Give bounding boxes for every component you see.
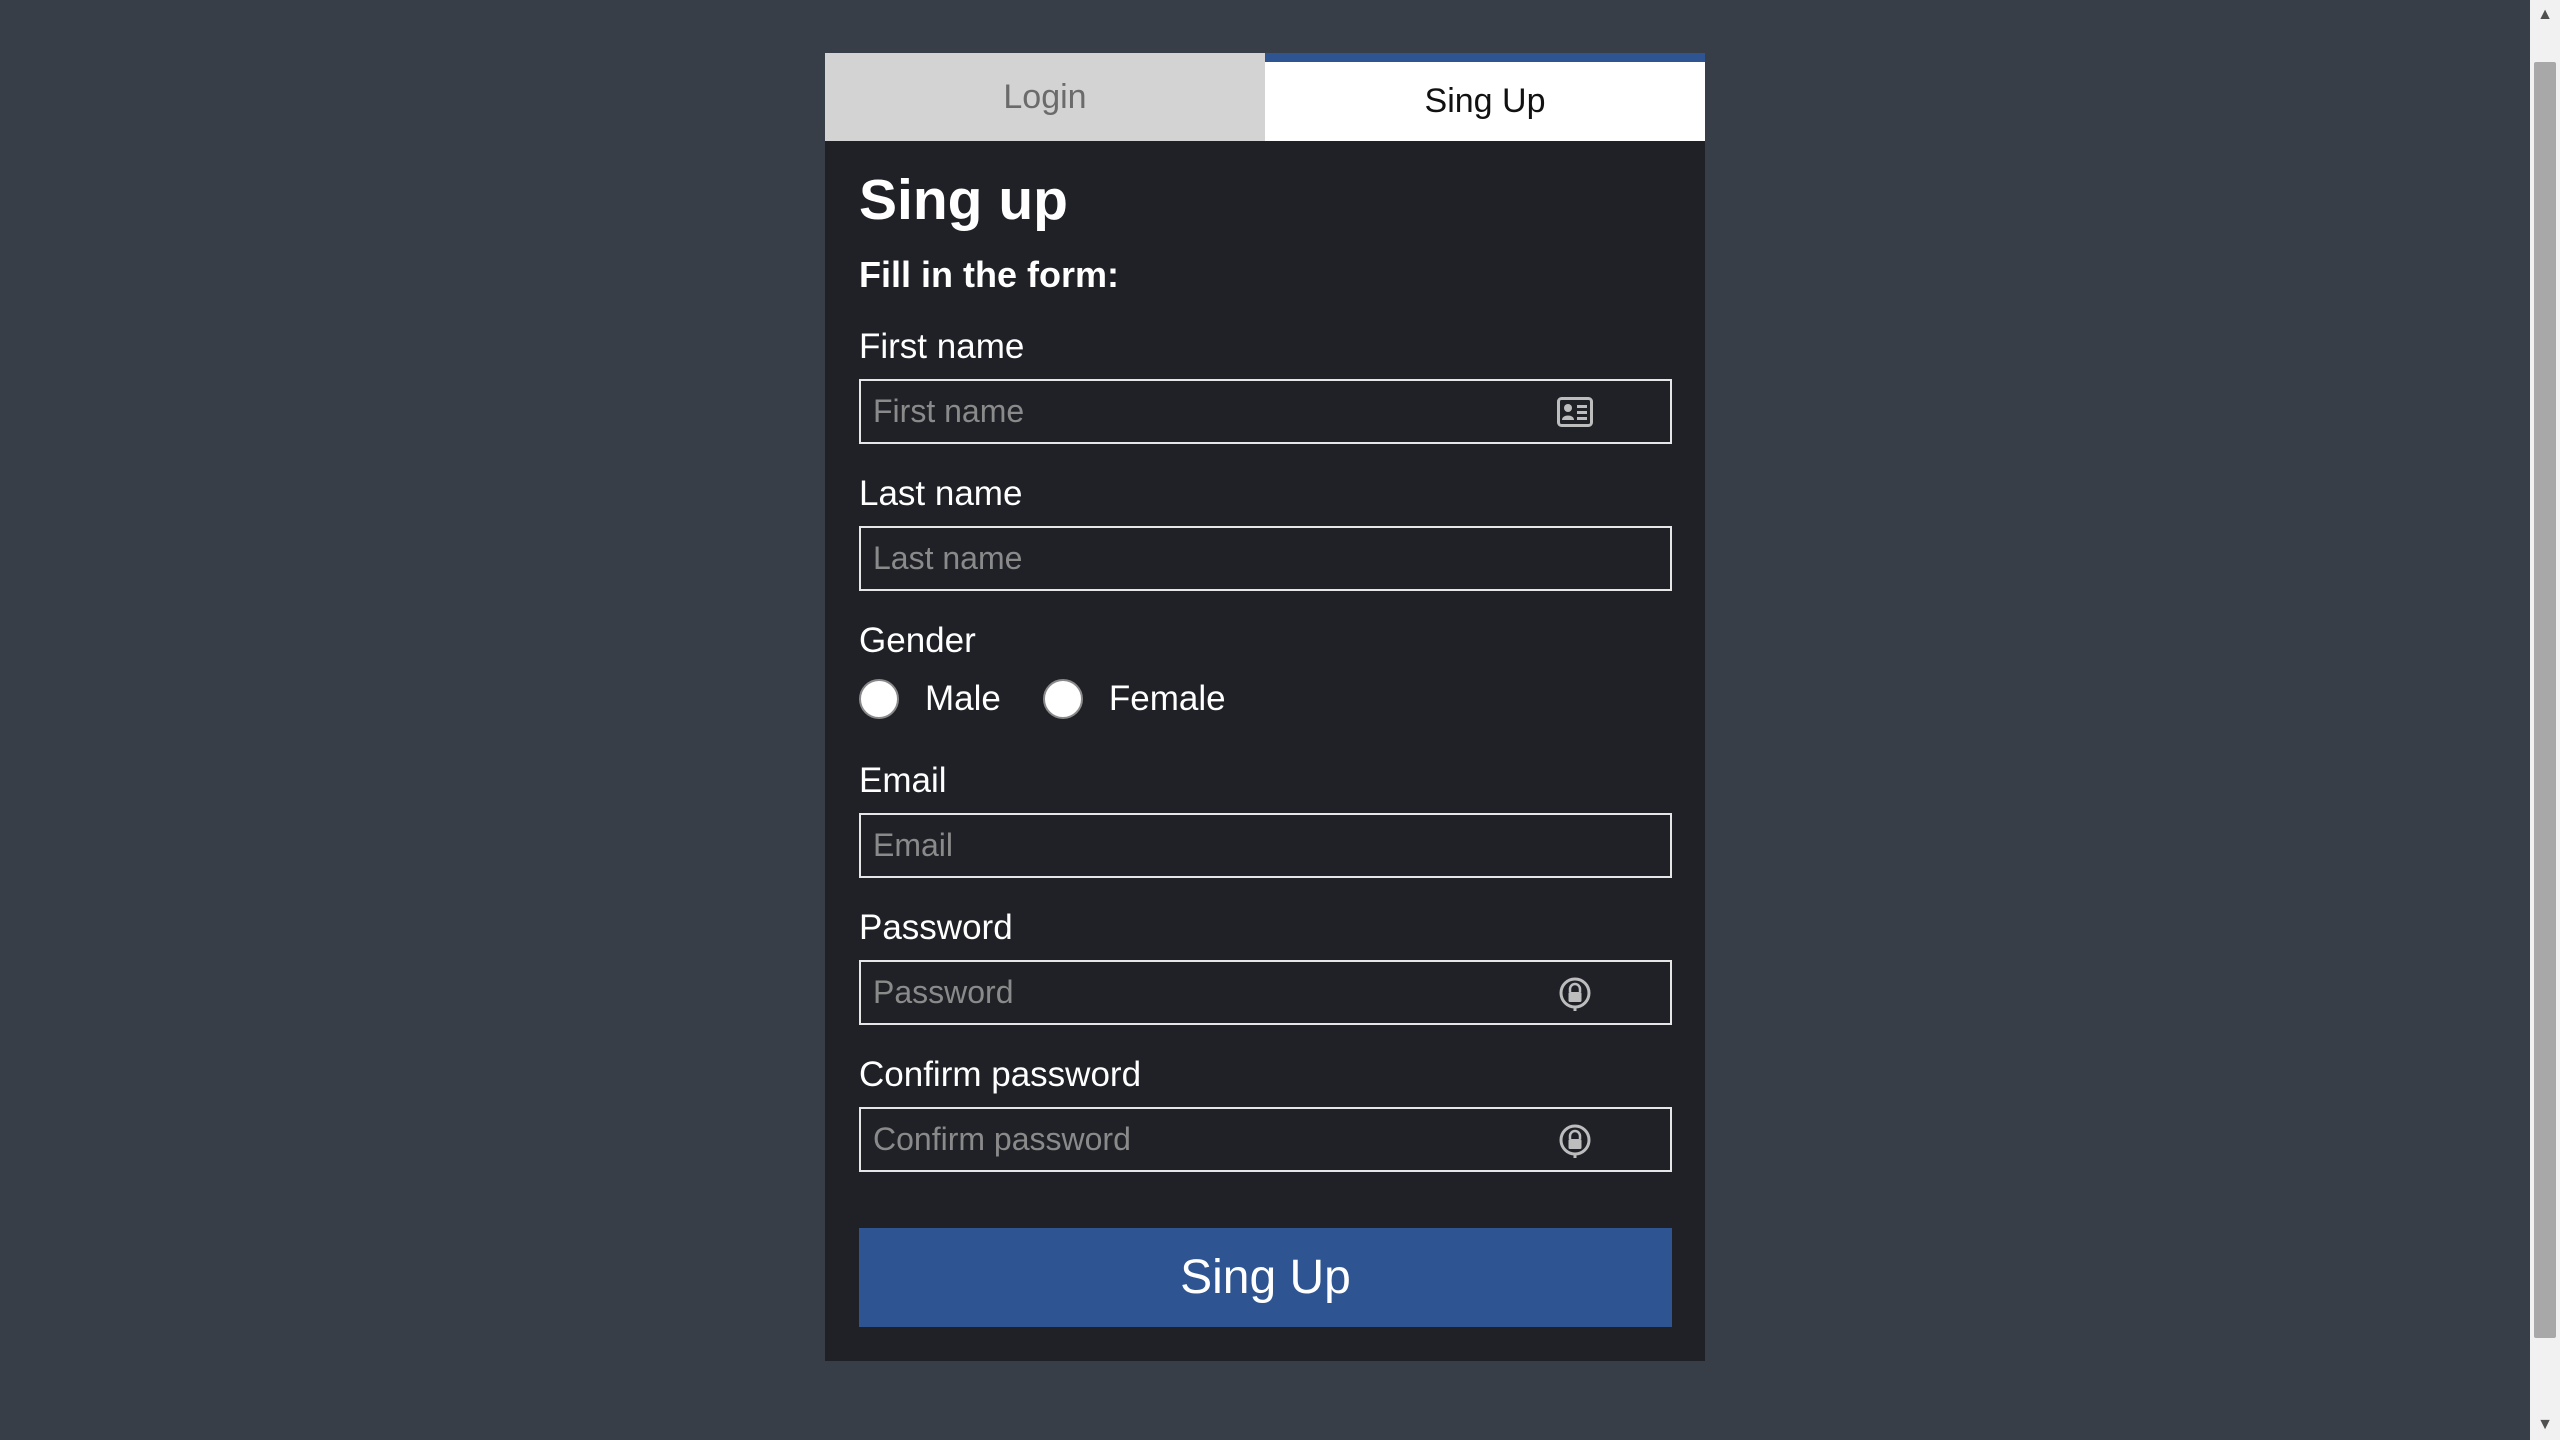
tab-signup[interactable]: Sing Up xyxy=(1265,53,1705,141)
female-radio-label: Female xyxy=(1108,679,1226,718)
gender-label: Gender xyxy=(859,621,976,660)
tab-bar: Login Sing Up xyxy=(825,53,1705,141)
form-title: Sing up xyxy=(859,168,1068,232)
confirm-password-field-wrap xyxy=(859,1107,1672,1172)
first-name-field-wrap xyxy=(859,379,1672,444)
lock-icon xyxy=(1556,974,1594,1012)
gender-group: Gender Male Female xyxy=(859,621,1671,723)
email-input[interactable] xyxy=(859,813,1672,878)
scroll-up-arrow-icon[interactable]: ▲ xyxy=(2530,0,2560,30)
password-label: Password xyxy=(859,908,1013,947)
tab-login[interactable]: Login xyxy=(825,53,1265,141)
scrollbar-thumb[interactable] xyxy=(2534,62,2556,1338)
email-label: Email xyxy=(859,761,947,800)
male-radio-label: Male xyxy=(925,679,1001,718)
first-name-label: First name xyxy=(859,327,1025,366)
last-name-field-wrap xyxy=(859,526,1672,591)
signup-card: Login Sing Up Sing up Fill in the form: … xyxy=(825,53,1705,1361)
confirm-password-label: Confirm password xyxy=(859,1055,1142,1094)
lock-icon xyxy=(1556,1121,1594,1159)
scroll-down-arrow-icon[interactable]: ▼ xyxy=(2530,1410,2560,1440)
signup-submit-button[interactable]: Sing Up xyxy=(859,1228,1672,1327)
email-field-wrap xyxy=(859,813,1672,878)
female-radio[interactable] xyxy=(1042,679,1083,719)
id-card-icon xyxy=(1556,393,1594,431)
password-field-wrap xyxy=(859,960,1672,1025)
signup-form: Sing up Fill in the form: First name Fir… xyxy=(825,141,1705,1361)
last-name-label: Last name xyxy=(859,474,1023,513)
page: Login Sing Up Sing up Fill in the form: … xyxy=(0,0,2560,1440)
vertical-scrollbar[interactable]: ▲ ▼ xyxy=(2530,0,2560,1440)
last-name-input[interactable] xyxy=(859,526,1672,591)
gender-options: Male Female xyxy=(859,675,1671,723)
gender-option-female[interactable]: Female xyxy=(1042,679,1226,719)
gender-option-male[interactable]: Male xyxy=(859,679,1001,719)
password-input[interactable] xyxy=(859,960,1672,1025)
first-name-input[interactable] xyxy=(859,379,1672,444)
confirm-password-input[interactable] xyxy=(859,1107,1672,1172)
form-subtitle: Fill in the form: xyxy=(859,254,1119,295)
male-radio[interactable] xyxy=(859,679,899,719)
